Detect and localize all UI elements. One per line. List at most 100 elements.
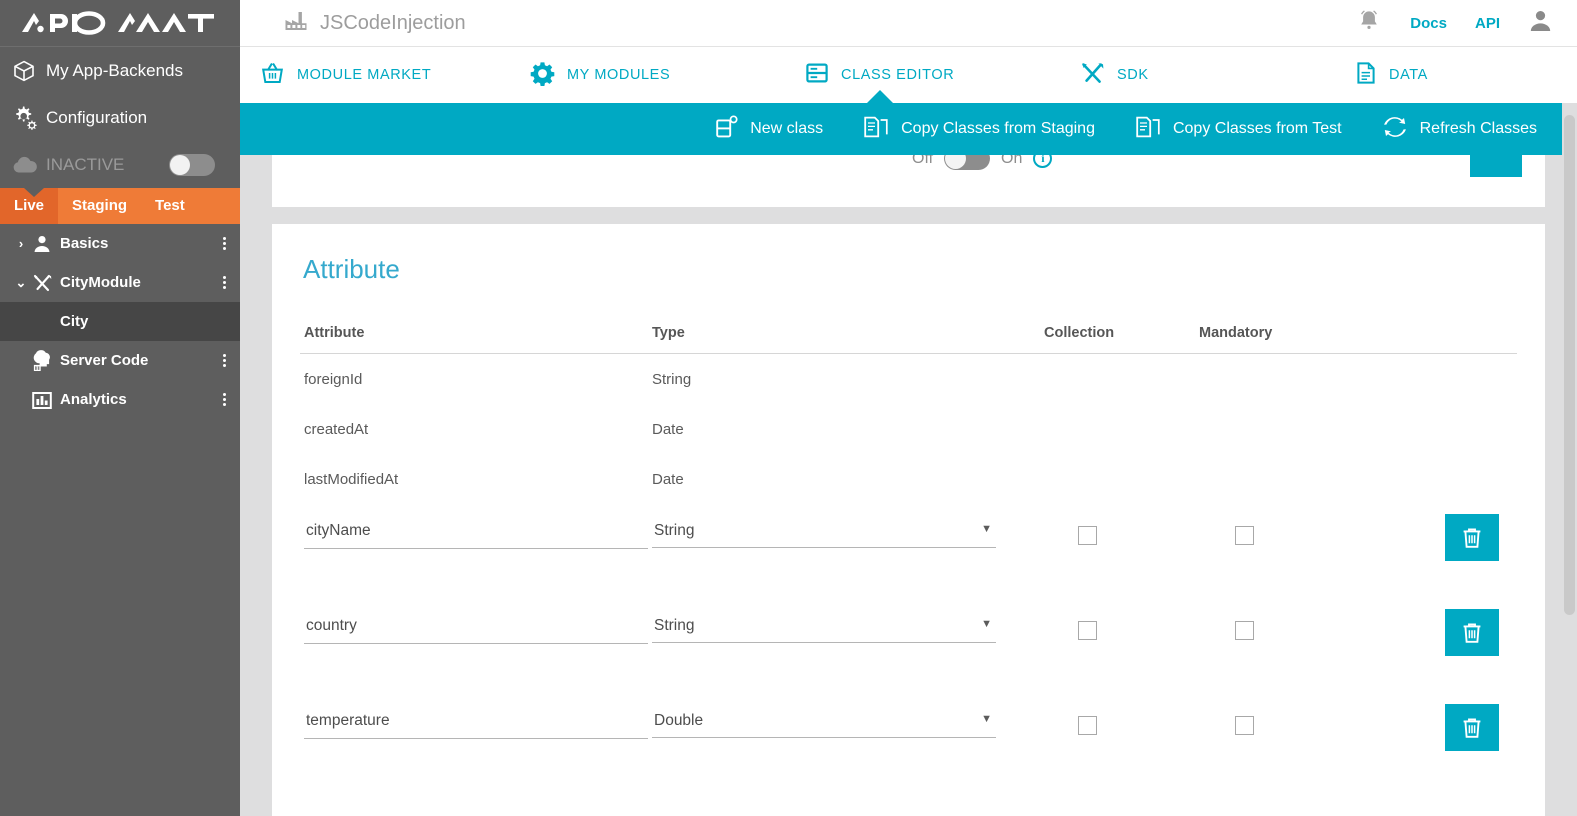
sidebar-tree-city[interactable]: City: [0, 302, 240, 341]
sidebar-item-my-app-backends[interactable]: My App-Backends: [0, 47, 240, 94]
mandatory-checkbox[interactable]: [1235, 716, 1254, 735]
sidebar-tree-analytics[interactable]: Analytics: [0, 380, 240, 419]
attribute-name-input[interactable]: [304, 599, 648, 644]
collection-checkbox[interactable]: [1078, 716, 1097, 735]
page-title-text: JSCodeInjection: [320, 11, 466, 34]
refresh-icon: [1382, 115, 1408, 144]
kebab-icon[interactable]: [223, 380, 226, 419]
api-link[interactable]: API: [1475, 15, 1500, 32]
attribute-type: String: [652, 370, 692, 388]
attribute-name-cell: [300, 599, 652, 644]
tab-module-market[interactable]: MODULE MARKET: [260, 47, 530, 103]
delete-attribute-button[interactable]: [1445, 704, 1499, 751]
new-class-icon: [715, 114, 738, 144]
apiomat-logo[interactable]: [0, 0, 240, 47]
tab-label: CLASS EDITOR: [841, 67, 955, 83]
mandatory-checkbox[interactable]: [1235, 621, 1254, 640]
class-editor-icon: [805, 61, 829, 89]
toolbar-label: Refresh Classes: [1419, 120, 1537, 137]
active-tab-indicator-icon: [867, 90, 893, 103]
collection-checkbox[interactable]: [1078, 621, 1097, 640]
tab-label: MY MODULES: [567, 67, 671, 83]
cloud-icon: [12, 156, 46, 174]
attribute-actions-cell: [1429, 599, 1509, 656]
column-header-type: Type: [652, 325, 685, 341]
env-tab-test[interactable]: Test: [141, 188, 199, 224]
attribute-collection-cell: [1044, 504, 1199, 545]
column-header-mandatory: Mandatory: [1199, 325, 1273, 341]
sidebar-tree-citymodule[interactable]: ⌄ CityModule: [0, 263, 240, 302]
sidebar-item-label: My App-Backends: [46, 60, 184, 80]
factory-icon: [284, 9, 308, 37]
attribute-name-input[interactable]: [304, 694, 648, 739]
attribute-type-select[interactable]: StringDateDoubleIntegerBooleanLongFloat: [652, 694, 996, 738]
vertical-scrollbar[interactable]: [1562, 103, 1577, 816]
sidebar-tree-server-code[interactable]: Server Code: [0, 341, 240, 380]
environment-switcher: Live Staging Test: [0, 188, 240, 224]
table-row: StringDateDoubleIntegerBooleanLongFloat …: [300, 694, 1517, 789]
trash-icon: [1463, 527, 1481, 548]
attribute-name-cell: [300, 694, 652, 739]
attribute-mandatory-cell: [1199, 599, 1429, 640]
toolbar-label: Copy Classes from Test: [1172, 120, 1342, 137]
notification-bell-icon[interactable]: [1356, 8, 1382, 39]
attribute-name-input[interactable]: [304, 504, 648, 549]
attribute-card: Attribute Attribute Type Collection Mand…: [272, 224, 1545, 816]
toolbar-new-class[interactable]: New class: [715, 114, 823, 144]
copy-classes-icon: [863, 115, 889, 144]
environment-notch-icon: [24, 188, 44, 197]
tools-icon: [1080, 61, 1105, 89]
attribute-table: Attribute Type Collection Mandatory fore…: [300, 325, 1517, 789]
table-row: StringDateDoubleIntegerBooleanLongFloat …: [300, 599, 1517, 694]
sidebar-item-configuration[interactable]: Configuration: [0, 94, 240, 141]
column-header-collection: Collection: [1044, 325, 1115, 341]
attribute-mandatory-cell: [1199, 504, 1429, 545]
attribute-type-select[interactable]: StringDateDoubleIntegerBooleanLongFloat: [652, 599, 996, 643]
collection-checkbox[interactable]: [1078, 526, 1097, 545]
sidebar-tree-label: Basics: [60, 235, 109, 252]
tools-icon: [32, 273, 60, 293]
person-icon: [32, 234, 60, 254]
attribute-table-header: Attribute Type Collection Mandatory: [300, 325, 1517, 354]
sidebar-tree-basics[interactable]: › Basics: [0, 224, 240, 263]
tab-my-modules[interactable]: MY MODULES: [530, 47, 805, 103]
copy-classes-icon: [1135, 115, 1161, 144]
tab-class-editor[interactable]: CLASS EDITOR: [805, 47, 1080, 103]
class-editor-toolbar: New class Copy Classes from Staging Copy…: [240, 103, 1577, 155]
docs-link[interactable]: Docs: [1410, 15, 1447, 32]
basket-icon: [260, 61, 285, 90]
delete-attribute-button[interactable]: [1445, 514, 1499, 561]
attribute-type-select[interactable]: StringDateDoubleIntegerBooleanLongFloat: [652, 504, 996, 548]
user-avatar-icon[interactable]: [1528, 8, 1553, 38]
header-actions: Docs API: [1356, 8, 1577, 39]
toolbar-copy-classes-test[interactable]: Copy Classes from Test: [1135, 115, 1342, 144]
attribute-type: Date: [652, 420, 684, 438]
app-root: My App-Backends Configuration INACTIVE L…: [0, 0, 1577, 816]
attribute-actions-cell: [1429, 694, 1509, 751]
toolbar-refresh-classes[interactable]: Refresh Classes: [1382, 115, 1537, 144]
gear-icon: [530, 61, 555, 90]
main-tabs: MODULE MARKET MY MODULES CLASS EDITOR SD…: [240, 47, 1577, 103]
kebab-icon[interactable]: [223, 341, 226, 380]
column-header-attribute: Attribute: [304, 325, 365, 341]
delete-attribute-button[interactable]: [1445, 609, 1499, 656]
mandatory-checkbox[interactable]: [1235, 526, 1254, 545]
chevron-right-icon[interactable]: ›: [10, 236, 32, 251]
tab-label: MODULE MARKET: [297, 67, 432, 83]
cube-icon: [12, 59, 46, 83]
attribute-actions-cell: [1429, 504, 1509, 561]
table-row: lastModifiedAt Date: [300, 454, 1517, 504]
attribute-type-cell: StringDateDoubleIntegerBooleanLongFloat …: [652, 504, 1044, 548]
sidebar-item-label: Configuration: [46, 107, 148, 127]
kebab-icon[interactable]: [223, 263, 226, 302]
sidebar-status-toggle[interactable]: [169, 153, 215, 176]
chevron-down-icon[interactable]: ⌄: [10, 275, 32, 291]
kebab-icon[interactable]: [223, 224, 226, 263]
scrollbar-thumb[interactable]: [1564, 115, 1575, 615]
env-tab-staging[interactable]: Staging: [58, 188, 141, 224]
tab-sdk[interactable]: SDK: [1080, 47, 1355, 103]
tab-data[interactable]: DATA: [1355, 47, 1555, 103]
toolbar-copy-classes-staging[interactable]: Copy Classes from Staging: [863, 115, 1095, 144]
sidebar-status-label: INACTIVE: [46, 154, 125, 174]
sidebar-tree-label: Analytics: [60, 391, 127, 408]
